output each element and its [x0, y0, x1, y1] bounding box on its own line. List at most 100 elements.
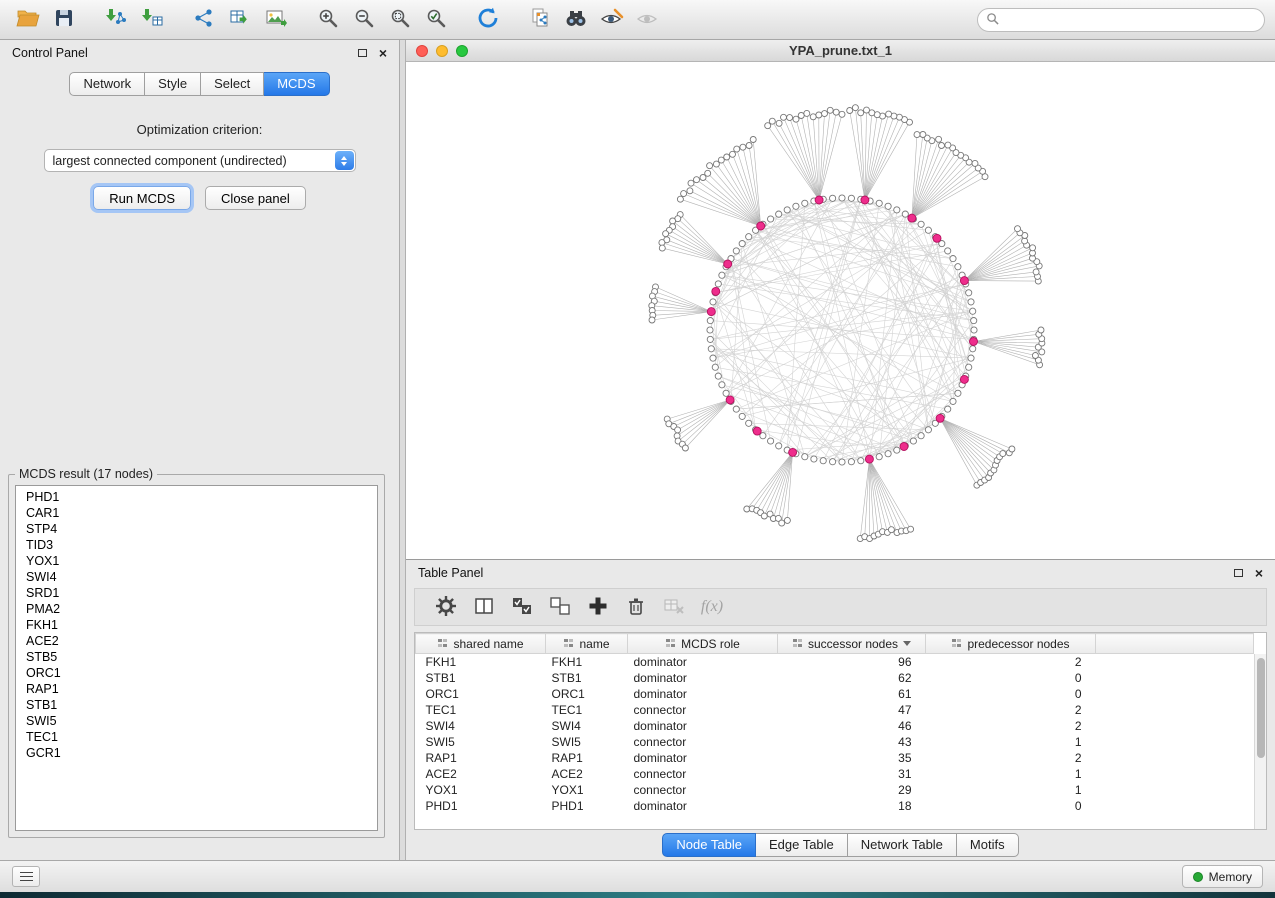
- table-row[interactable]: FKH1FKH1dominator962: [416, 654, 1254, 670]
- column-header-successor-nodes[interactable]: successor nodes: [778, 634, 926, 654]
- search-icon: [986, 12, 999, 28]
- find-button[interactable]: [558, 4, 594, 36]
- search-input[interactable]: [1004, 13, 1256, 27]
- result-node[interactable]: ACE2: [26, 633, 377, 649]
- column-header-filler: [1096, 634, 1254, 654]
- menu-button[interactable]: [12, 866, 40, 887]
- status-bar: Memory: [0, 860, 1275, 892]
- table-row[interactable]: ORC1ORC1dominator610: [416, 686, 1254, 702]
- result-node[interactable]: YOX1: [26, 553, 377, 569]
- result-node[interactable]: TEC1: [26, 729, 377, 745]
- deselect-all-button[interactable]: [543, 592, 577, 622]
- network-canvas[interactable]: [406, 62, 1275, 560]
- column-header-name[interactable]: name: [546, 634, 628, 654]
- result-node[interactable]: STB1: [26, 697, 377, 713]
- close-panel-icon[interactable]: ×: [379, 48, 387, 58]
- zoom-fit-button[interactable]: [382, 4, 418, 36]
- table-tab-motifs[interactable]: Motifs: [957, 833, 1019, 857]
- result-node[interactable]: ORC1: [26, 665, 377, 681]
- show-hide-button[interactable]: [630, 4, 666, 36]
- toolbar-search[interactable]: [977, 8, 1265, 32]
- floppy-icon: [53, 7, 75, 32]
- column-type-icon: [792, 638, 803, 649]
- close-table-panel-icon[interactable]: ×: [1255, 568, 1263, 578]
- float-panel-icon[interactable]: [358, 49, 367, 57]
- column-header-label: successor nodes: [808, 637, 898, 651]
- tab-mcds[interactable]: MCDS: [264, 72, 329, 96]
- optimization-select[interactable]: largest connected component (undirected): [44, 149, 356, 172]
- table-cell: STB1: [416, 670, 546, 686]
- clone-network-button[interactable]: [522, 4, 558, 36]
- import-network-icon: [105, 7, 127, 32]
- open-file-button[interactable]: [10, 4, 46, 36]
- result-node[interactable]: CAR1: [26, 505, 377, 521]
- result-node[interactable]: RAP1: [26, 681, 377, 697]
- column-header-MCDS-role[interactable]: MCDS role: [628, 634, 778, 654]
- memory-label: Memory: [1209, 870, 1252, 884]
- float-table-panel-icon[interactable]: [1234, 569, 1243, 577]
- table-tab-node-table[interactable]: Node Table: [662, 833, 756, 857]
- export-table-button[interactable]: [222, 4, 258, 36]
- table-cell: connector: [628, 782, 778, 798]
- memory-button[interactable]: Memory: [1182, 865, 1263, 888]
- tab-select[interactable]: Select: [201, 72, 264, 96]
- scrollbar-thumb[interactable]: [1257, 658, 1265, 758]
- result-node[interactable]: PMA2: [26, 601, 377, 617]
- table-scrollbar[interactable]: [1254, 654, 1266, 829]
- table-cell-filler: [1096, 702, 1254, 718]
- table-row[interactable]: STB1STB1dominator620: [416, 670, 1254, 686]
- table-cell: FKH1: [546, 654, 628, 670]
- run-mcds-button[interactable]: Run MCDS: [93, 186, 191, 210]
- select-all-button[interactable]: [505, 592, 539, 622]
- table-row[interactable]: RAP1RAP1dominator352: [416, 750, 1254, 766]
- table-row[interactable]: PHD1PHD1dominator180: [416, 798, 1254, 814]
- show-columns-button[interactable]: [467, 592, 501, 622]
- style-edit-button[interactable]: [594, 4, 630, 36]
- result-node[interactable]: PHD1: [26, 489, 377, 505]
- table-row[interactable]: YOX1YOX1connector291: [416, 782, 1254, 798]
- result-node[interactable]: STB5: [26, 649, 377, 665]
- result-node[interactable]: FKH1: [26, 617, 377, 633]
- save-button[interactable]: [46, 4, 82, 36]
- result-node[interactable]: SRD1: [26, 585, 377, 601]
- zoom-out-button[interactable]: [346, 4, 382, 36]
- zoom-in-button[interactable]: [310, 4, 346, 36]
- mcds-result-list: PHD1CAR1STP4TID3YOX1SWI4SRD1PMA2FKH1ACE2…: [15, 485, 378, 831]
- table-row[interactable]: SWI4SWI4dominator462: [416, 718, 1254, 734]
- export-network-button[interactable]: [186, 4, 222, 36]
- tab-style[interactable]: Style: [145, 72, 201, 96]
- table-cell: SWI4: [546, 718, 628, 734]
- import-network-button[interactable]: [98, 4, 134, 36]
- result-node[interactable]: SWI5: [26, 713, 377, 729]
- eye-pencil-icon: [600, 7, 624, 32]
- result-node[interactable]: GCR1: [26, 745, 377, 761]
- eye-disabled-icon: [636, 7, 660, 32]
- export-image-button[interactable]: [258, 4, 294, 36]
- table-tab-network-table[interactable]: Network Table: [848, 833, 957, 857]
- table-cell: 0: [926, 798, 1096, 814]
- delete-column-button[interactable]: [619, 592, 653, 622]
- result-node[interactable]: TID3: [26, 537, 377, 553]
- zoom-selected-button[interactable]: [418, 4, 454, 36]
- import-table-button[interactable]: [134, 4, 170, 36]
- column-header-predecessor-nodes[interactable]: predecessor nodes: [926, 634, 1096, 654]
- result-node[interactable]: STP4: [26, 521, 377, 537]
- table-row[interactable]: ACE2ACE2connector311: [416, 766, 1254, 782]
- result-node[interactable]: SWI4: [26, 569, 377, 585]
- create-column-button[interactable]: [581, 592, 615, 622]
- table-tab-edge-table[interactable]: Edge Table: [756, 833, 848, 857]
- apply-layout-button[interactable]: [470, 4, 506, 36]
- table-panel: Table Panel ×: [406, 560, 1275, 860]
- table-cell: ORC1: [416, 686, 546, 702]
- table-cell: 62: [778, 670, 926, 686]
- close-panel-button[interactable]: Close panel: [205, 186, 306, 210]
- tab-network[interactable]: Network: [69, 72, 145, 96]
- column-header-shared-name[interactable]: shared name: [416, 634, 546, 654]
- columns-icon: [473, 595, 495, 620]
- optimization-value: largest connected component (undirected): [53, 154, 287, 168]
- table-cell: PHD1: [546, 798, 628, 814]
- table-settings-button[interactable]: [429, 592, 463, 622]
- table-row[interactable]: SWI5SWI5connector431: [416, 734, 1254, 750]
- table-cell: 61: [778, 686, 926, 702]
- table-row[interactable]: TEC1TEC1connector472: [416, 702, 1254, 718]
